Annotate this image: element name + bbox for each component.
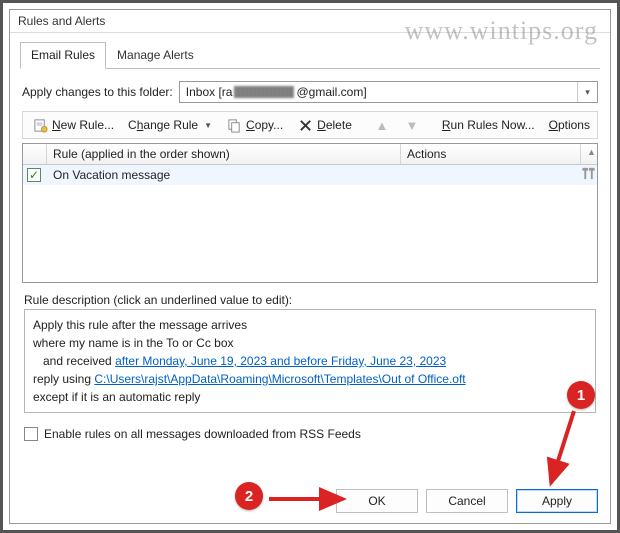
list-row[interactable]: ✓ On Vacation message bbox=[23, 165, 597, 185]
options-button[interactable]: Options bbox=[544, 116, 595, 134]
folder-select[interactable]: Inbox [ra @gmail.com] ▾ bbox=[179, 81, 598, 103]
tab-manage-alerts[interactable]: Manage Alerts bbox=[106, 42, 205, 69]
col-rule[interactable]: Rule (applied in the order shown) bbox=[47, 144, 401, 164]
down-arrow-icon: ▼ bbox=[404, 117, 420, 133]
change-rule-button[interactable]: Change Rule▼ bbox=[123, 116, 217, 134]
date-range-link[interactable]: after Monday, June 19, 2023 and before F… bbox=[115, 354, 446, 368]
folder-value-suffix: @gmail.com] bbox=[296, 85, 366, 99]
rules-toolbar: New Rule... Change Rule▼ Copy... Delete … bbox=[22, 111, 598, 139]
rules-list: Rule (applied in the order shown) Action… bbox=[22, 143, 598, 283]
rule-name: On Vacation message bbox=[47, 165, 401, 185]
rules-and-alerts-dialog: Rules and Alerts www.wintips.org Email R… bbox=[9, 9, 611, 524]
desc-line: except if it is an automatic reply bbox=[33, 388, 587, 406]
delete-icon bbox=[297, 117, 313, 133]
up-arrow-icon: ▲ bbox=[374, 117, 390, 133]
desc-line: Apply this rule after the message arrive… bbox=[33, 316, 587, 334]
tab-email-rules[interactable]: Email Rules bbox=[20, 42, 106, 69]
apply-changes-label: Apply changes to this folder: bbox=[22, 85, 173, 99]
folder-value-prefix: Inbox [ra bbox=[186, 85, 233, 99]
cancel-button[interactable]: Cancel bbox=[426, 489, 508, 513]
rss-label: Enable rules on all messages downloaded … bbox=[44, 427, 361, 441]
scroll-up-icon: ▲ bbox=[581, 144, 597, 164]
move-down-button[interactable]: ▼ bbox=[399, 115, 425, 135]
copy-button[interactable]: Copy... bbox=[221, 115, 288, 135]
redacted-text bbox=[234, 86, 294, 98]
desc-line: and received after Monday, June 19, 2023… bbox=[33, 352, 587, 370]
delete-button[interactable]: Delete bbox=[292, 115, 357, 135]
list-header: Rule (applied in the order shown) Action… bbox=[23, 144, 597, 165]
rule-actions-icon bbox=[581, 166, 597, 184]
desc-line: where my name is in the To or Cc box bbox=[33, 334, 587, 352]
dialog-title: Rules and Alerts bbox=[10, 10, 610, 33]
template-path-link[interactable]: C:\Users\rajst\AppData\Roaming\Microsoft… bbox=[94, 372, 465, 386]
apply-button[interactable]: Apply bbox=[516, 489, 598, 513]
ok-button[interactable]: OK bbox=[336, 489, 418, 513]
chevron-down-icon[interactable]: ▾ bbox=[577, 82, 597, 102]
copy-icon bbox=[226, 117, 242, 133]
desc-line: reply using C:\Users\rajst\AppData\Roami… bbox=[33, 370, 587, 388]
run-rules-now-button[interactable]: Run Rules Now... bbox=[437, 116, 540, 134]
new-rule-icon bbox=[32, 117, 48, 133]
col-checkbox bbox=[23, 144, 47, 164]
chevron-down-icon: ▼ bbox=[204, 121, 212, 130]
rule-checkbox[interactable]: ✓ bbox=[27, 168, 41, 182]
new-rule-button[interactable]: New Rule... bbox=[27, 115, 119, 135]
col-actions[interactable]: Actions bbox=[401, 144, 581, 164]
tab-strip: Email Rules Manage Alerts bbox=[20, 41, 600, 69]
move-up-button[interactable]: ▲ bbox=[369, 115, 395, 135]
rule-description-label: Rule description (click an underlined va… bbox=[24, 293, 596, 307]
rule-description-box: Apply this rule after the message arrive… bbox=[24, 309, 596, 413]
rss-checkbox[interactable] bbox=[24, 427, 38, 441]
